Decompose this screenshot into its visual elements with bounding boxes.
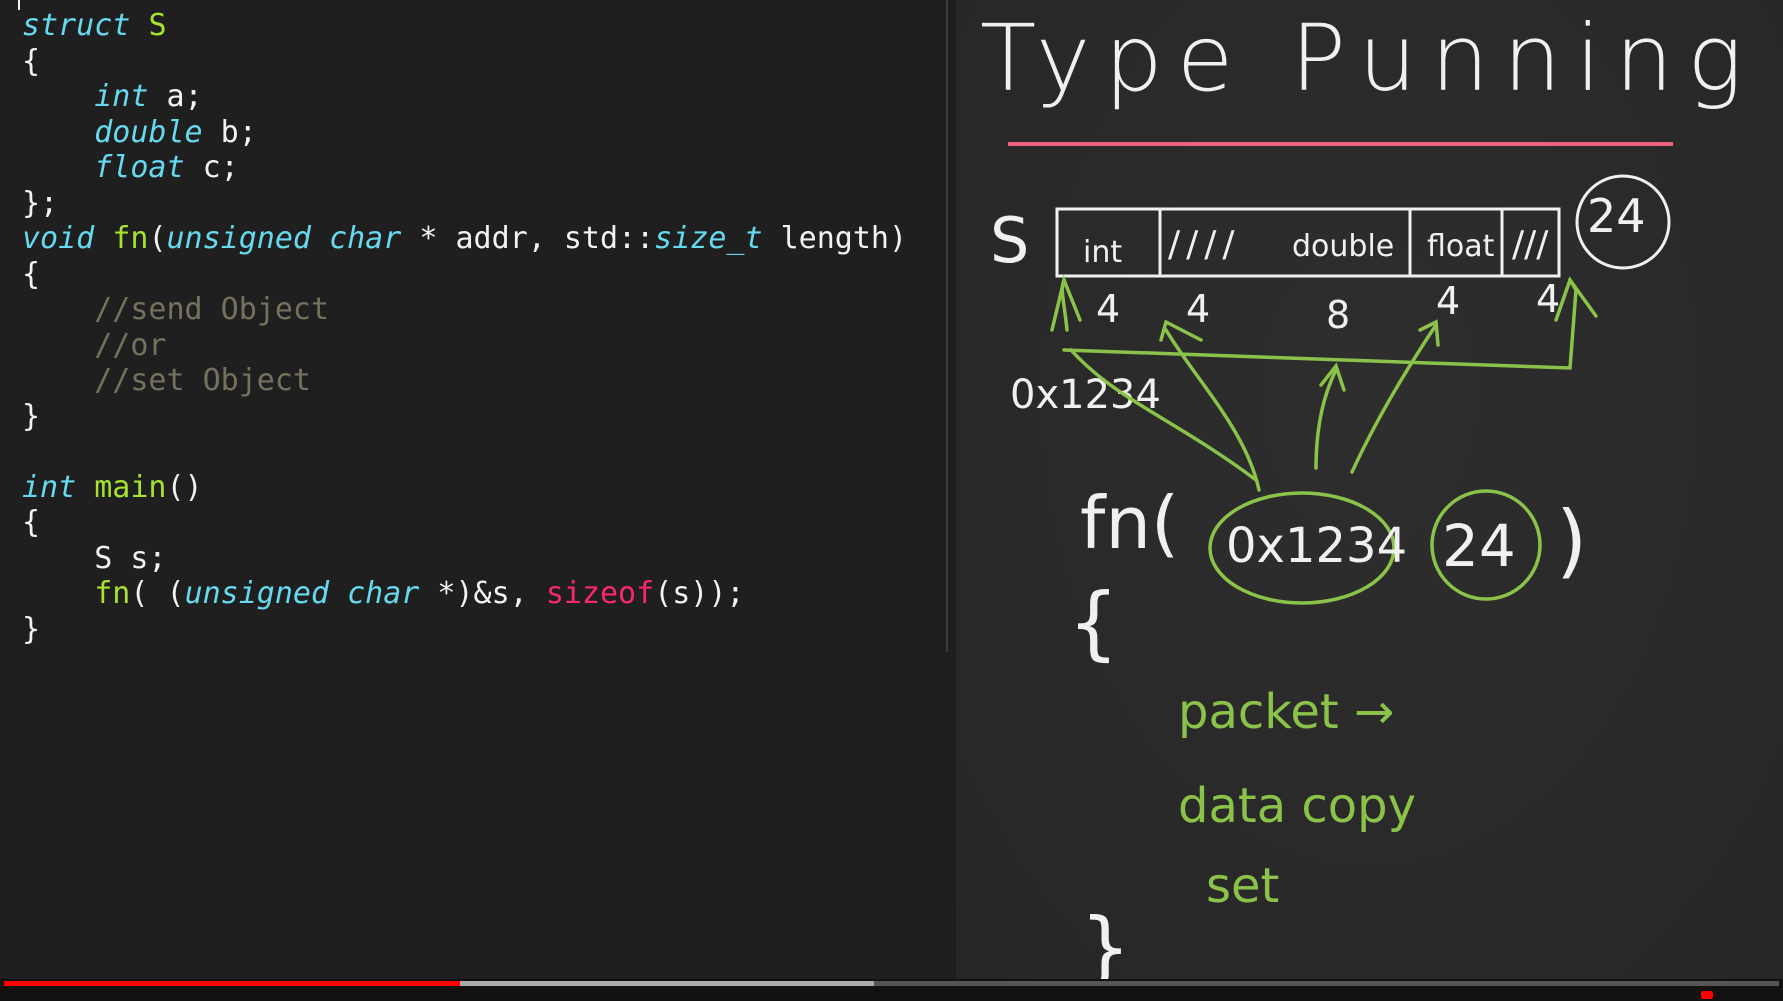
code-line[interactable]: //set Object [22,363,907,399]
call-arg-address: 0x1234 [1226,518,1407,574]
code-token: void [22,221,95,256]
code-line[interactable]: float c; [22,150,907,186]
code-line[interactable]: //or [22,328,907,364]
code-token: double [94,114,203,150]
total-size-label: 24 [1587,189,1646,243]
body-line-set: set [1206,858,1279,914]
code-line[interactable]: //send Object [22,292,907,328]
body-brace-open: { [1068,576,1119,669]
call-arg-size: 24 [1442,512,1516,580]
cell-float: float [1427,229,1495,264]
code-token: //send Object [94,292,330,327]
code-token: size_t [654,221,763,256]
code-editor-pane: struct S{ int a; double b; float c;}; voi… [0,0,948,985]
struct-name-label: S [990,204,1029,277]
code-token: S [148,8,167,43]
code-token: () [166,469,203,505]
code-line[interactable]: void fn(unsigned char * addr, std::size_… [22,221,907,257]
address-label: 0x1234 [1010,372,1161,418]
code-token: { [22,505,41,540]
code-line[interactable] [22,434,907,470]
code-token: }; [22,185,59,221]
code-token: //set Object [94,363,311,398]
player-badge-icon [1701,991,1713,999]
whiteboard-pane: Type Punning S int //// double float ///… [956,0,1783,985]
cell-double: double [1292,229,1394,264]
editor-scrollbar[interactable] [946,0,948,652]
code-token: unsigned [166,221,312,256]
body-line-packet: packet → [1178,684,1394,740]
code-line[interactable]: } [22,399,907,435]
code-token: ( ( [130,576,185,611]
code-line[interactable]: { [22,257,907,293]
size-float: 4 [1436,279,1460,323]
body-line-data-copy: data copy [1178,778,1416,834]
body-brace-close: } [1080,901,1131,985]
code-token: *)&s, [419,576,546,611]
code-line[interactable]: fn( (unsigned char *)&s, sizeof(s)); [22,576,907,612]
code-token: a; [148,79,203,114]
call-close-paren: ) [1556,494,1587,587]
code-token: //or [94,327,167,363]
code-token: int [22,469,77,505]
code-line[interactable]: S s; [22,541,907,577]
code-token: } [22,398,41,434]
call-name: fn( [1080,481,1179,565]
code-token: struct [22,8,131,43]
cell-padding-1: //// [1168,224,1241,265]
board-title: Type Punning [980,5,1756,112]
code-token: int [94,79,149,114]
code-token: { [22,256,41,292]
code-token: char [329,221,402,256]
code-token: { [22,43,41,79]
code-block[interactable]: struct S{ int a; double b; float c;}; voi… [22,8,907,647]
whiteboard-drawing: Type Punning S int //// double float ///… [980,5,1756,985]
code-line[interactable]: int a; [22,79,907,115]
video-progress-bar[interactable] [0,979,1783,1001]
code-token: * addr, std:: [401,221,655,256]
size-int: 4 [1096,287,1120,331]
code-line[interactable]: double b; [22,115,907,151]
code-line[interactable]: } [22,612,907,648]
size-pad-1: 4 [1186,287,1210,331]
code-line[interactable]: { [22,44,907,80]
code-token: unsigned [184,576,330,611]
code-line[interactable]: int main() [22,470,907,506]
code-line[interactable]: }; [22,186,907,222]
code-token: c; [184,150,239,185]
progress-played [4,981,461,986]
code-token: length) [762,221,908,256]
size-double: 8 [1326,293,1350,337]
code-token: (s)); [654,576,745,611]
code-token: fn [112,221,149,256]
cell-int: int [1083,235,1122,270]
code-line[interactable]: { [22,505,907,541]
code-token: float [94,150,185,185]
code-token: S s; [22,540,167,576]
code-token: main [94,469,167,505]
code-token: sizeof [545,576,655,611]
code-line[interactable]: struct S [22,8,907,44]
code-token: ( [148,221,167,256]
code-token: char [347,576,420,611]
cell-padding-2: /// [1512,224,1549,265]
code-token: fn [94,576,131,611]
code-token: } [22,611,41,647]
code-token: b; [202,114,257,150]
text-caret [18,0,20,10]
